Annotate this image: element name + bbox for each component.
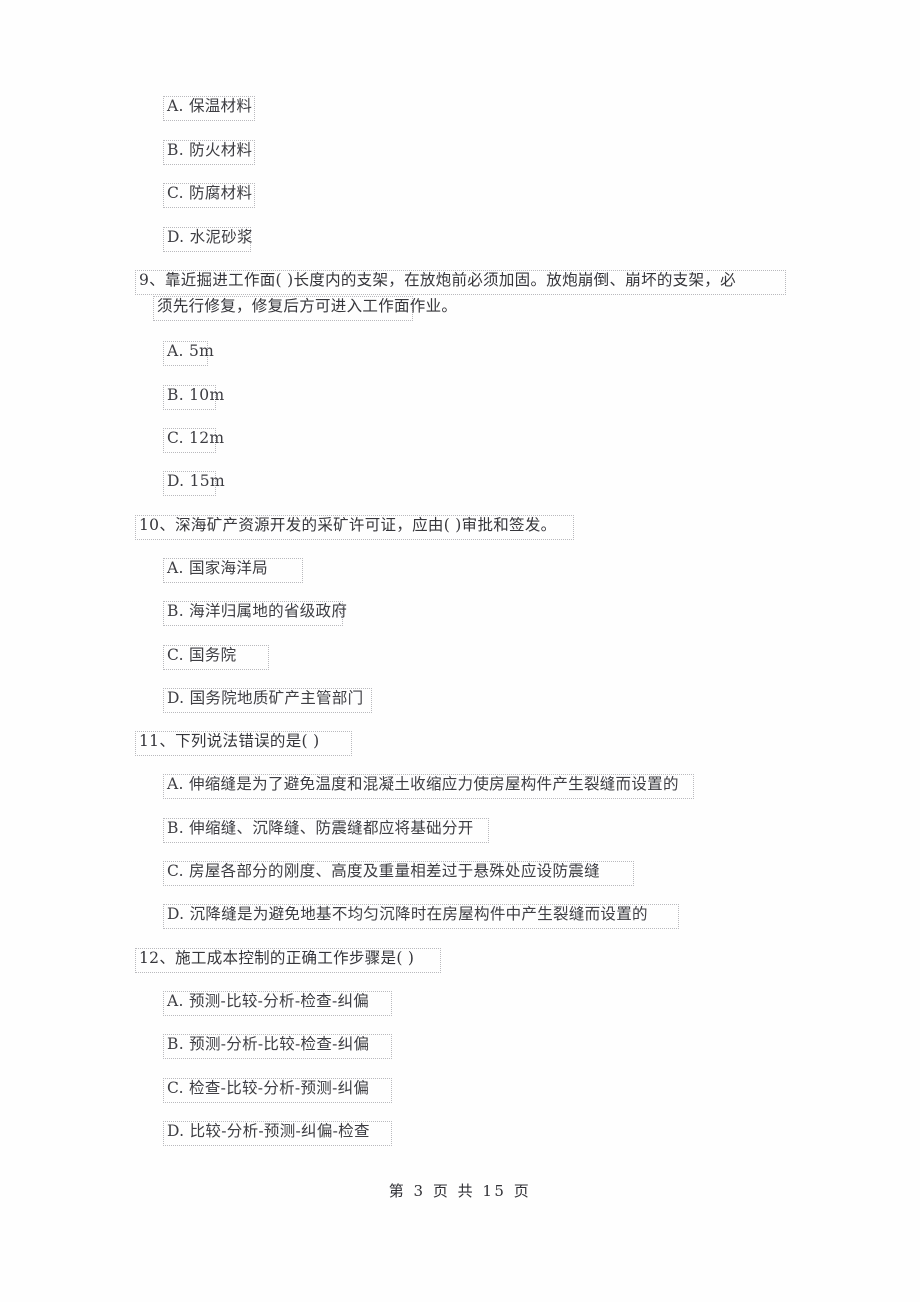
option-item: B. 伸缩缝、沉降缝、防震缝都应将基础分开 — [163, 818, 489, 843]
option-item: A. 预测-比较-分析-检查-纠偏 — [163, 991, 392, 1016]
question-stem: 12、施工成本控制的正确工作步骤是( ) — [135, 948, 441, 973]
option-item: B. 防火材料 — [163, 140, 255, 165]
option-item: B. 海洋归属地的省级政府 — [163, 601, 347, 626]
option-item: C. 国务院 — [163, 645, 269, 670]
option-item: C. 房屋各部分的刚度、高度及重量相差过于悬殊处应设防震缝 — [163, 861, 634, 886]
question-stem: 9、靠近掘进工作面( )长度内的支架，在放炮前必须加固。放炮崩倒、崩坏的支架，必 — [135, 270, 786, 295]
option-item: D. 15m — [163, 471, 225, 496]
page-footer: 第 3 页 共 15 页 — [388, 1182, 532, 1200]
option-item: D. 沉降缝是为避免地基不均匀沉降时在房屋构件中产生裂缝而设置的 — [163, 904, 679, 929]
option-item: C. 12m — [163, 428, 224, 453]
option-item: B. 10m — [163, 385, 224, 410]
option-item: A. 国家海洋局 — [163, 558, 303, 583]
document-page: A. 保温材料 B. 防火材料 C. 防腐材料 D. 水泥砂浆 9、靠近掘进工作… — [0, 0, 920, 1302]
option-item: D. 国务院地质矿产主管部门 — [163, 688, 372, 713]
option-item: C. 检查-比较-分析-预测-纠偏 — [163, 1078, 392, 1103]
option-item: C. 防腐材料 — [163, 183, 255, 208]
option-item: B. 预测-分析-比较-检查-纠偏 — [163, 1034, 392, 1059]
option-item: D. 水泥砂浆 — [163, 227, 253, 252]
question-stem: 10、深海矿产资源开发的采矿许可证，应由( )审批和签发。 — [135, 515, 574, 540]
question-stem-continuation: 须先行修复，修复后方可进入工作面作业。 — [153, 296, 457, 321]
option-item: A. 保温材料 — [163, 96, 255, 121]
option-item: D. 比较-分析-预测-纠偏-检查 — [163, 1121, 392, 1146]
option-item: A. 伸缩缝是为了避免温度和混凝土收缩应力使房屋构件产生裂缝而设置的 — [163, 774, 694, 799]
question-stem: 11、下列说法错误的是( ) — [135, 731, 352, 756]
option-item: A. 5m — [163, 341, 214, 366]
